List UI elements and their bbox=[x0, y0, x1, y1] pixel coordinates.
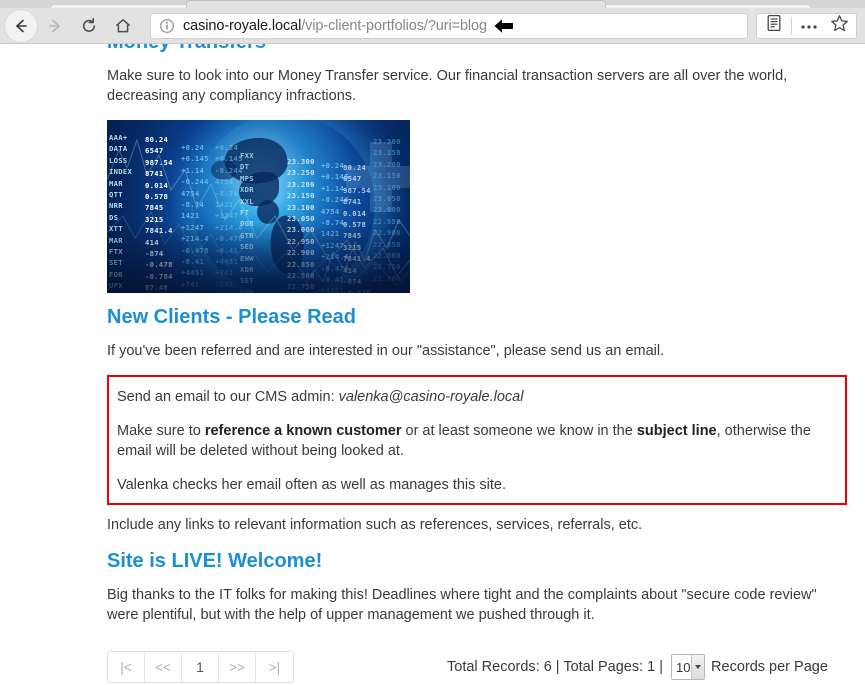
financial-markets-globe-image: AAA+ DATA LOSS INDEX MAR QTT NRR DS XTT … bbox=[107, 120, 410, 293]
url-host: casino-royale.local bbox=[183, 17, 302, 34]
alert-text-a: Make sure to bbox=[117, 423, 205, 439]
back-button[interactable] bbox=[4, 8, 38, 43]
reader-view-icon bbox=[766, 14, 782, 37]
blog-content: Money Transfers Make sure to look into o… bbox=[107, 44, 847, 683]
left-pointer-cursor-icon bbox=[493, 16, 515, 36]
first-page-button[interactable]: |< bbox=[108, 652, 145, 682]
post-body-site-live: Big thanks to the IT folks for making th… bbox=[107, 587, 817, 623]
home-icon bbox=[114, 17, 132, 35]
forward-button bbox=[38, 9, 72, 43]
alert-line-valenka-note: Valenka checks her email often as well a… bbox=[117, 477, 507, 493]
reload-button[interactable] bbox=[72, 9, 106, 43]
site-info-icon[interactable] bbox=[159, 18, 175, 34]
post-title-site-live: Site is LIVE! Welcome! bbox=[107, 550, 323, 572]
browser-chrome: casino-royale.local/vip-client-portfolio… bbox=[0, 0, 865, 44]
image-shading-overlay bbox=[107, 223, 410, 293]
bookmark-star-icon bbox=[830, 14, 849, 38]
next-page-button[interactable]: >> bbox=[219, 652, 256, 682]
post-body-money-transfers: Make sure to look into our Money Transfe… bbox=[107, 68, 788, 104]
active-tab[interactable] bbox=[186, 0, 606, 8]
post-title-money-transfers: Money Transfers bbox=[107, 44, 847, 54]
records-per-page-label: Records per Page bbox=[711, 659, 828, 675]
url-path: /vip-client-portfolios/?uri=blog bbox=[301, 17, 487, 34]
last-page-button[interactable]: >| bbox=[256, 652, 293, 682]
toolbar-divider bbox=[791, 16, 792, 35]
forward-arrow-icon bbox=[46, 17, 64, 35]
admin-email-address: valenka@casino-royale.local bbox=[338, 389, 524, 405]
post-title-new-clients: New Clients - Please Read bbox=[107, 306, 356, 328]
more-options-icon bbox=[799, 17, 819, 35]
records-per-page-select[interactable]: 10 bbox=[671, 654, 706, 680]
home-button[interactable] bbox=[106, 9, 140, 43]
more-options-button[interactable] bbox=[794, 14, 824, 38]
alert-emphasis-known-customer: reference a known customer bbox=[204, 423, 402, 439]
bookmark-button[interactable] bbox=[824, 14, 854, 38]
page-1-button[interactable]: 1 bbox=[182, 652, 219, 682]
alert-emphasis-subject-line: subject line bbox=[636, 423, 717, 439]
alert-text-c: or at least someone we know in the bbox=[401, 423, 637, 439]
previous-page-button[interactable]: << bbox=[145, 652, 182, 682]
alert-line-admin-email: Send an email to our CMS admin: valenka@… bbox=[117, 387, 837, 407]
tab-strip bbox=[0, 0, 865, 9]
email-instructions-alert-box: Send an email to our CMS admin: valenka@… bbox=[107, 375, 847, 505]
pagination: |< << 1 >> >| bbox=[107, 651, 294, 683]
back-arrow-icon bbox=[12, 17, 30, 35]
url-bar[interactable]: casino-royale.local/vip-client-portfolio… bbox=[150, 12, 748, 39]
navigation-toolbar: casino-royale.local/vip-client-portfolio… bbox=[0, 8, 865, 44]
pagination-row: |< << 1 >> >| Total Records: 6 | Total P… bbox=[107, 651, 847, 683]
records-summary-text: Total Records: 6 | Total Pages: 1 | bbox=[447, 659, 664, 675]
reload-icon bbox=[80, 17, 98, 35]
chevron-down-icon[interactable] bbox=[691, 655, 705, 679]
page-viewport: Money Transfers Make sure to look into o… bbox=[0, 44, 865, 685]
alert-line-subject-rules: Make sure to reference a known customer … bbox=[117, 421, 837, 461]
post-outro-new-clients: Include any links to relevant informatio… bbox=[107, 517, 643, 533]
post-intro-new-clients: If you've been referred and are interest… bbox=[107, 343, 665, 359]
records-per-page-value: 10 bbox=[676, 659, 691, 675]
alert-prefix-text: Send an email to our CMS admin: bbox=[117, 389, 339, 405]
records-summary: Total Records: 6 | Total Pages: 1 | 10 R… bbox=[447, 654, 828, 680]
toolbar-right-group bbox=[756, 12, 857, 39]
reader-view-button[interactable] bbox=[759, 14, 789, 38]
url-text: casino-royale.local/vip-client-portfolio… bbox=[183, 18, 487, 34]
